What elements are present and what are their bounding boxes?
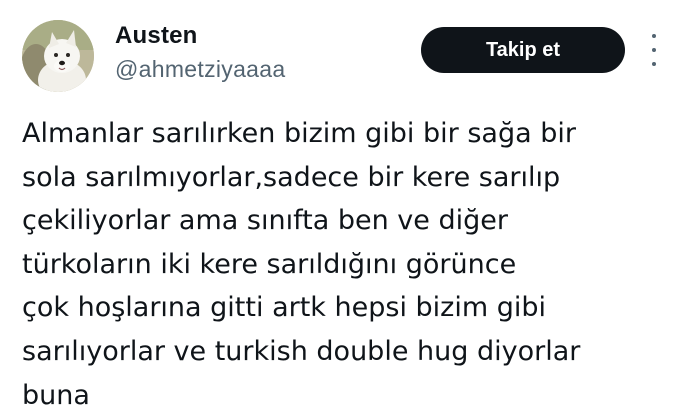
- tweet-text-line: Almanlar sarılırken bizim gibi bir sağa …: [22, 118, 576, 149]
- follow-button[interactable]: Takip et: [421, 27, 625, 73]
- tweet-text-line: sarılıyorlar ve turkish double hug diyor…: [22, 335, 581, 367]
- more-dot: [652, 34, 656, 38]
- tweet-text-line: çekiliyorlar ama sınıfta ben ve diğer: [22, 205, 508, 237]
- dog-avatar-image: [22, 20, 94, 92]
- tweet-text-line: çok hoşlarına gitti artk hepsi bizim gib…: [22, 292, 547, 324]
- more-dot: [652, 62, 656, 66]
- tweet-card: Austen @ahmetziyaaaa Takip et Almanlar s…: [0, 0, 690, 420]
- tweet-text-line: sola sarılmıyorlar,sadece bir kere sarıl…: [22, 161, 561, 193]
- avatar[interactable]: [22, 20, 94, 92]
- more-vertical-icon[interactable]: [644, 34, 664, 66]
- display-name[interactable]: Austen: [115, 22, 198, 50]
- user-handle[interactable]: @ahmetziyaaaa: [115, 56, 285, 83]
- tweet-text: Almanlar sarılırken bizim gibi bir sağa …: [22, 112, 672, 417]
- tweet-text-line: türkoların iki kere sarıldığını görünce: [22, 248, 517, 280]
- tweet-text-line: buna: [22, 379, 90, 411]
- more-dot: [652, 48, 656, 52]
